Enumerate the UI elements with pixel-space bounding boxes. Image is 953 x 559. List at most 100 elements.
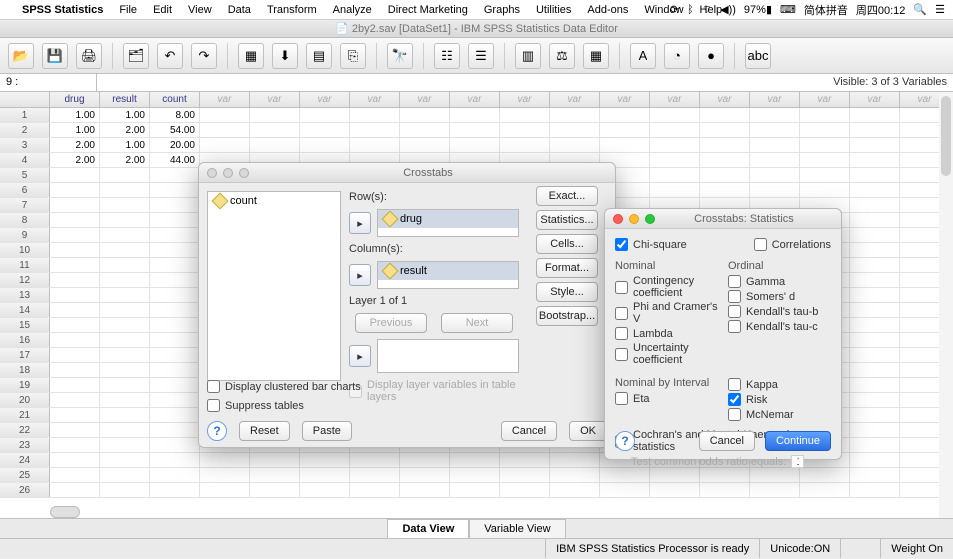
cell[interactable] <box>850 168 900 182</box>
cell[interactable] <box>450 138 500 152</box>
cell[interactable] <box>500 468 550 482</box>
cell[interactable] <box>100 168 150 182</box>
row-header[interactable]: 21 <box>0 408 50 422</box>
insert-case-icon[interactable]: ☷ <box>434 43 460 69</box>
help-button[interactable]: ? <box>207 421 227 441</box>
phi-checkbox[interactable] <box>615 307 628 320</box>
goto-var-icon[interactable]: ⬇ <box>272 43 298 69</box>
cell[interactable] <box>850 258 900 272</box>
cell[interactable] <box>50 453 100 467</box>
cell[interactable] <box>850 363 900 377</box>
col-header-var[interactable]: var <box>500 92 550 107</box>
menu-transform[interactable]: Transform <box>261 2 323 18</box>
variables-icon[interactable]: ▤ <box>306 43 332 69</box>
cell[interactable] <box>50 378 100 392</box>
cell[interactable] <box>150 408 200 422</box>
cell[interactable] <box>750 138 800 152</box>
bluetooth-icon[interactable]: ᛒ <box>687 4 694 16</box>
row-header[interactable]: 5 <box>0 168 50 182</box>
cell[interactable] <box>400 483 450 497</box>
cell[interactable]: 8.00 <box>150 108 200 122</box>
cell[interactable] <box>50 363 100 377</box>
lambda-checkbox[interactable] <box>615 327 628 340</box>
exact-button[interactable]: Exact... <box>536 186 598 206</box>
cell[interactable] <box>750 123 800 137</box>
cell[interactable] <box>200 483 250 497</box>
move-to-layer-button[interactable]: ▸ <box>349 345 371 367</box>
cell[interactable] <box>50 423 100 437</box>
tab-data-view[interactable]: Data View <box>387 519 469 538</box>
print-icon[interactable]: 🖨 <box>76 43 102 69</box>
cell[interactable]: 1.00 <box>100 138 150 152</box>
rows-var-drug[interactable]: drug <box>378 210 518 228</box>
cell[interactable] <box>100 198 150 212</box>
cell[interactable] <box>100 273 150 287</box>
move-to-rows-button[interactable]: ▸ <box>349 212 371 234</box>
cell[interactable] <box>850 288 900 302</box>
row-header[interactable]: 14 <box>0 303 50 317</box>
save-icon[interactable]: 💾 <box>42 43 68 69</box>
continue-button[interactable]: Continue <box>765 431 831 451</box>
contingency-checkbox[interactable] <box>615 281 628 294</box>
menu-analyze[interactable]: Analyze <box>327 2 378 18</box>
cell[interactable] <box>600 108 650 122</box>
kendall-b-checkbox[interactable] <box>728 305 741 318</box>
name-box[interactable]: 9 : <box>0 74 97 91</box>
layer-listbox[interactable] <box>377 339 519 373</box>
cell[interactable] <box>250 453 300 467</box>
cell[interactable] <box>750 183 800 197</box>
cell[interactable] <box>200 453 250 467</box>
cell[interactable] <box>150 243 200 257</box>
cell[interactable] <box>150 453 200 467</box>
cell[interactable] <box>450 453 500 467</box>
col-header-var[interactable]: var <box>650 92 700 107</box>
cell[interactable] <box>100 228 150 242</box>
cell[interactable] <box>150 468 200 482</box>
cell[interactable] <box>300 483 350 497</box>
menu-app-name[interactable]: SPSS Statistics <box>16 2 109 18</box>
zoom-dot[interactable] <box>239 168 249 178</box>
minimize-dot[interactable] <box>223 168 233 178</box>
previous-button[interactable]: Previous <box>355 313 427 333</box>
list-icon[interactable]: ☰ <box>935 3 945 16</box>
cell[interactable] <box>150 198 200 212</box>
cell[interactable] <box>850 378 900 392</box>
cell[interactable]: 1.00 <box>50 123 100 137</box>
cell[interactable] <box>400 108 450 122</box>
cell[interactable] <box>150 318 200 332</box>
suppress-tables-checkbox[interactable] <box>207 399 220 412</box>
stats-cancel-button[interactable]: Cancel <box>699 431 755 451</box>
kappa-checkbox[interactable] <box>728 378 741 391</box>
cell[interactable] <box>200 138 250 152</box>
cell[interactable] <box>100 483 150 497</box>
cell[interactable] <box>500 453 550 467</box>
cell[interactable] <box>750 108 800 122</box>
cell[interactable] <box>350 453 400 467</box>
style-button[interactable]: Style... <box>536 282 598 302</box>
eta-checkbox[interactable] <box>615 392 628 405</box>
minimize-dot[interactable] <box>629 214 639 224</box>
cell[interactable] <box>850 303 900 317</box>
col-header-var[interactable]: var <box>250 92 300 107</box>
cell[interactable] <box>100 303 150 317</box>
cell[interactable] <box>100 438 150 452</box>
cell[interactable] <box>400 453 450 467</box>
cell[interactable] <box>600 123 650 137</box>
undo-icon[interactable]: ↶ <box>157 43 183 69</box>
spotlight-icon[interactable]: 🔍 <box>913 3 927 16</box>
cell[interactable] <box>50 213 100 227</box>
cell[interactable]: 2.00 <box>50 138 100 152</box>
volume-icon[interactable]: ◀)) <box>720 3 736 16</box>
statistics-button[interactable]: Statistics... <box>536 210 598 230</box>
row-header[interactable]: 6 <box>0 183 50 197</box>
cell[interactable] <box>150 348 200 362</box>
cell[interactable] <box>250 468 300 482</box>
cell[interactable] <box>50 288 100 302</box>
find-icon[interactable]: ⎘ <box>340 43 366 69</box>
row-header[interactable]: 19 <box>0 378 50 392</box>
binoculars-icon[interactable]: 🔭 <box>387 43 413 69</box>
keyboard-icon[interactable]: ⌨ <box>780 3 796 16</box>
cell[interactable] <box>150 438 200 452</box>
cell[interactable]: 2.00 <box>100 153 150 167</box>
cell[interactable] <box>100 288 150 302</box>
